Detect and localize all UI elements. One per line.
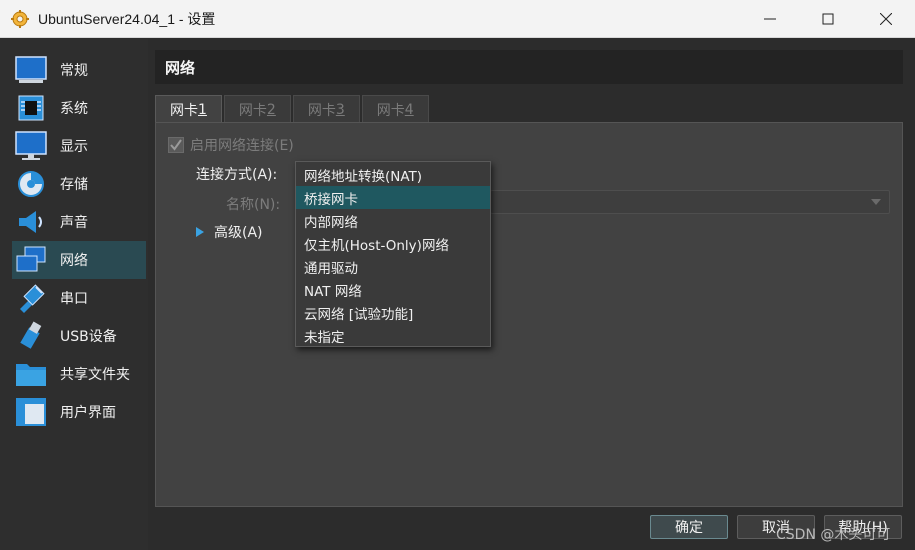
tab-number: 2 bbox=[266, 101, 276, 118]
check-icon bbox=[170, 139, 182, 151]
disk-icon bbox=[14, 168, 48, 200]
sidebar-item-display[interactable]: 显示 bbox=[0, 127, 148, 165]
page-title: 网络 bbox=[165, 58, 196, 77]
tab-adapter-3[interactable]: 网卡 3 bbox=[292, 95, 360, 123]
minimize-button[interactable] bbox=[741, 0, 799, 38]
advanced-label: 高级(A) bbox=[214, 225, 263, 241]
sidebar-item-label: 声音 bbox=[60, 215, 88, 231]
sidebar-item-label: 串口 bbox=[60, 291, 88, 307]
watermark: CSDN @木头可可 bbox=[776, 527, 891, 543]
dropdown-option-not-attached[interactable]: 未指定 bbox=[296, 324, 490, 347]
sidebar-item-shared-folders[interactable]: 共享文件夹 bbox=[0, 355, 148, 393]
maximize-icon bbox=[822, 13, 834, 25]
serial-port-icon bbox=[14, 282, 48, 314]
ui-icon bbox=[14, 396, 48, 428]
name-select[interactable] bbox=[490, 190, 890, 214]
tab-label: 网卡 bbox=[376, 102, 405, 119]
sidebar-item-general[interactable]: 常规 bbox=[0, 51, 148, 89]
sidebar-item-usb[interactable]: USB设备 bbox=[0, 317, 148, 355]
dropdown-option-nat-network[interactable]: NAT 网络 bbox=[296, 278, 490, 301]
sidebar-item-label: 常规 bbox=[60, 63, 88, 79]
sidebar-item-storage[interactable]: 存储 bbox=[0, 165, 148, 203]
usb-icon bbox=[14, 320, 48, 352]
attached-to-label: 连接方式(A): bbox=[196, 167, 278, 183]
sidebar-item-label: USB设备 bbox=[60, 329, 117, 345]
section-header: 网络 bbox=[155, 50, 903, 84]
dropdown-option-internal[interactable]: 内部网络 bbox=[296, 209, 490, 232]
minimize-icon bbox=[764, 18, 776, 20]
speaker-icon bbox=[14, 206, 48, 238]
title-bar: UbuntuServer24.04_1 - 设置 bbox=[0, 0, 915, 38]
chevron-down-icon bbox=[871, 199, 881, 205]
dropdown-option-nat[interactable]: 网络地址转换(NAT) bbox=[296, 163, 490, 186]
tab-number: 3 bbox=[335, 101, 345, 118]
network-icon bbox=[14, 244, 48, 276]
settings-sidebar: 常规 系统 显示 存储 声音 网络 串口 USB设备 共享文件夹 用户界面 bbox=[0, 39, 148, 550]
tab-number: 4 bbox=[404, 101, 414, 118]
checkbox[interactable] bbox=[168, 137, 184, 153]
general-icon bbox=[14, 54, 48, 86]
close-icon bbox=[880, 13, 892, 25]
sidebar-item-system[interactable]: 系统 bbox=[0, 89, 148, 127]
triangle-right-icon bbox=[196, 227, 204, 237]
enable-adapter-label: 启用网络连接(E) bbox=[190, 138, 294, 154]
window-title: UbuntuServer24.04_1 - 设置 bbox=[38, 10, 216, 27]
dropdown-option-cloud[interactable]: 云网络 [试验功能] bbox=[296, 301, 490, 324]
attached-to-dropdown: 网络地址转换(NAT) 桥接网卡 内部网络 仅主机(Host-Only)网络 通… bbox=[295, 161, 491, 347]
name-label: 名称(N): bbox=[226, 197, 281, 213]
chip-icon bbox=[14, 92, 48, 124]
tab-adapter-4[interactable]: 网卡 4 bbox=[361, 95, 429, 123]
dropdown-option-generic[interactable]: 通用驱动 bbox=[296, 255, 490, 278]
adapter-tabs: 网卡 1 网卡 2 网卡 3 网卡 4 bbox=[155, 95, 431, 123]
ok-button[interactable]: 确定 bbox=[650, 515, 728, 539]
tab-adapter-1[interactable]: 网卡 1 bbox=[155, 95, 222, 123]
dropdown-option-host-only[interactable]: 仅主机(Host-Only)网络 bbox=[296, 232, 490, 255]
sidebar-item-label: 系统 bbox=[60, 101, 88, 117]
close-button[interactable] bbox=[857, 0, 915, 38]
tab-label: 网卡 bbox=[238, 102, 267, 119]
enable-adapter-checkbox[interactable]: 启用网络连接(E) bbox=[168, 135, 294, 155]
sidebar-item-label: 用户界面 bbox=[60, 405, 116, 421]
sidebar-item-audio[interactable]: 声音 bbox=[0, 203, 148, 241]
sidebar-item-label: 显示 bbox=[60, 139, 88, 155]
sidebar-item-user-interface[interactable]: 用户界面 bbox=[0, 393, 148, 431]
tab-label: 网卡 bbox=[170, 102, 198, 119]
settings-gear-icon bbox=[11, 9, 29, 28]
sidebar-item-serial-port[interactable]: 串口 bbox=[0, 279, 148, 317]
sidebar-item-label: 网络 bbox=[60, 253, 88, 269]
advanced-toggle[interactable]: 高级(A) bbox=[196, 222, 263, 242]
tab-label: 网卡 bbox=[307, 102, 336, 119]
monitor-icon bbox=[14, 130, 48, 162]
maximize-button[interactable] bbox=[799, 0, 857, 38]
folder-icon bbox=[14, 358, 48, 390]
tab-number: 1 bbox=[198, 101, 207, 118]
sidebar-item-label: 共享文件夹 bbox=[60, 367, 130, 383]
sidebar-item-network[interactable]: 网络 bbox=[12, 241, 146, 279]
tab-adapter-2[interactable]: 网卡 2 bbox=[223, 95, 291, 123]
sidebar-item-label: 存储 bbox=[60, 177, 88, 193]
dropdown-option-bridged[interactable]: 桥接网卡 bbox=[296, 186, 490, 209]
